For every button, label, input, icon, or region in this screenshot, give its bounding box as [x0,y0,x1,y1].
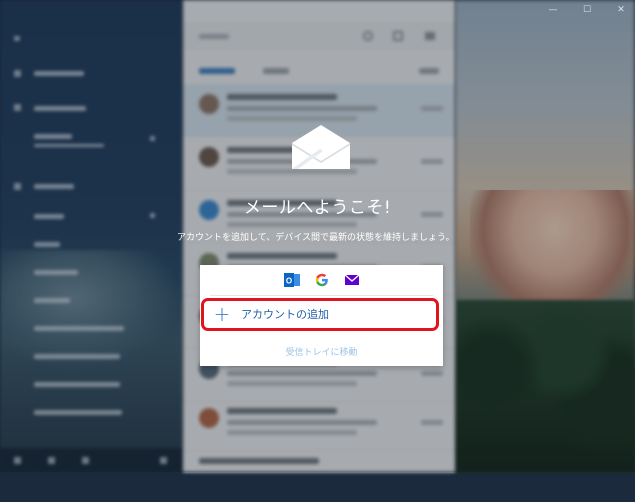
close-button[interactable]: ✕ [616,6,626,15]
outlook-icon: O [283,272,300,288]
highlight-box [201,298,439,331]
yahoo-mail-icon [344,272,360,288]
svg-text:O: O [285,277,291,286]
welcome-title: メールへようこそ! [243,198,392,218]
mail-envelope-icon [292,125,350,169]
go-to-inbox-link[interactable]: 受信トレイに移動 [200,345,443,358]
welcome-subtitle: アカウントを追加して、デバイス間で最新の状態を維持しましょう。 [177,233,455,243]
google-icon [314,272,330,288]
divider [210,295,433,296]
provider-icons: O [200,269,443,291]
minimize-button[interactable]: — [548,6,558,15]
maximize-button[interactable]: ☐ [582,6,592,15]
